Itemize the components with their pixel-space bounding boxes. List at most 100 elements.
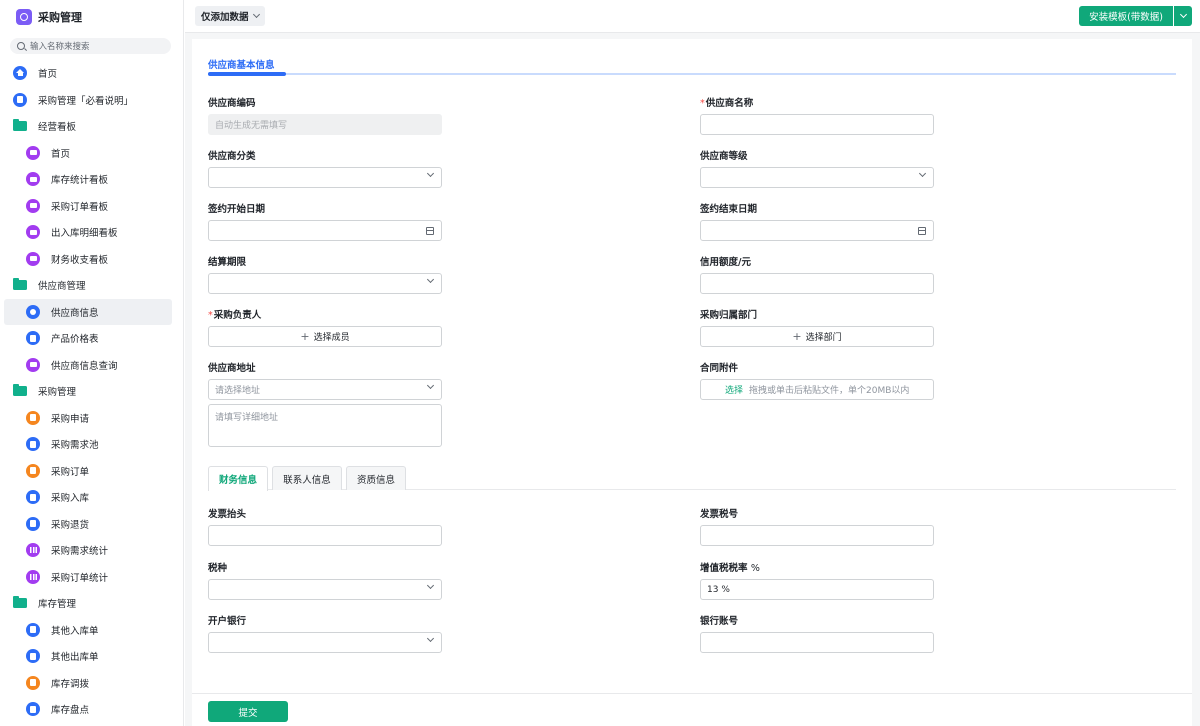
dashboard-icon [26,145,40,160]
field-label: 税种 [208,563,228,574]
field-label: 签约开始日期 [208,204,266,215]
vat-rate-input[interactable]: 13 % [700,579,934,600]
sidebar-item-label: 采购管理 [38,387,77,399]
sidebar-item-purchase-request[interactable]: 采购申请 [0,405,183,432]
sidebar-item-label: 采购退货 [51,519,90,531]
supplier-name-input[interactable] [700,114,934,135]
sidebar-item-stock-count[interactable]: 库存盘点 [0,696,183,723]
tab-finance[interactable]: 财务信息 [208,466,268,491]
sidebar-item-order-stats[interactable]: 采购订单统计 [0,564,183,591]
sidebar-item-label: 其他出库单 [51,652,99,664]
install-template-button[interactable]: 安装模板(带数据) [1079,6,1173,26]
form-footer: 提交 [192,693,1192,726]
dashboard-icon [26,172,40,187]
field-label: 开户银行 [208,616,247,627]
sidebar-group-supplier[interactable]: 供应商管理 [0,272,183,299]
bank-account-input[interactable] [700,632,934,653]
invoice-tax-no-input[interactable] [700,525,934,546]
calendar-icon [918,227,926,235]
plus-icon: + [792,330,802,343]
supplier-level-select[interactable] [700,167,934,188]
main-area: 供应商基本信息 供应商编码 自动生成无需填写 *供应商名称 供应商分类 供应商等… [185,33,1200,726]
document-icon [26,702,40,717]
chevron-down-icon [918,169,927,178]
select-member-button[interactable]: + 选择成员 [208,326,442,347]
field-tax-type: 税种 [208,560,442,600]
field-supplier-code: 供应商编码 自动生成无需填写 [208,95,442,135]
field-invoice-tax-no: 发票税号 [700,506,934,546]
attachment-upload-area[interactable]: 选择 拖拽或单击后粘贴文件，单个20MB以内 [700,379,934,400]
sidebar-item-label: 采购入库 [51,493,90,505]
sidebar-item-label: 采购申请 [51,413,90,425]
sidebar-item-label: 库存管理 [38,599,77,611]
sidebar-item-other-inbound[interactable]: 其他入库单 [0,617,183,644]
supplier-category-select[interactable] [208,167,442,188]
field-purchase-owner: *采购负责人 + 选择成员 [208,307,442,347]
sidebar-item-purchase-order[interactable]: 采购订单 [0,458,183,485]
sidebar-item-label: 采购需求池 [51,440,99,452]
sidebar-group-dashboard[interactable]: 经营看板 [0,113,183,140]
contract-end-date-picker[interactable] [700,220,934,241]
sidebar-item-purchase-return[interactable]: 采购退货 [0,511,183,538]
address-detail-textarea[interactable]: 请填写详细地址 [208,404,442,447]
sidebar-item-dashboard-home[interactable]: 首页 [0,140,183,167]
sidebar-item-purchase-inbound[interactable]: 采购入库 [0,484,183,511]
chevron-down-icon [426,634,435,643]
section-divider [208,72,1176,76]
invoice-title-input[interactable] [208,525,442,546]
sidebar-item-readme[interactable]: 采购管理「必看说明」 [0,87,183,114]
credit-limit-input[interactable] [700,273,934,294]
document-icon [26,622,40,637]
sidebar-item-other-outbound[interactable]: 其他出库单 [0,643,183,670]
tax-type-select[interactable] [208,579,442,600]
submit-button[interactable]: 提交 [208,701,288,722]
sidebar-item-label: 库存调拨 [51,678,90,690]
address-region-select[interactable]: 请选择地址 [208,379,442,400]
folder-icon [13,119,27,132]
sidebar-item-order-dashboard[interactable]: 采购订单看板 [0,193,183,220]
detail-tabs: 财务信息 联系人信息 资质信息 [208,466,1176,491]
choose-file-link[interactable]: 选择 [725,383,743,396]
field-label: 供应商等级 [700,151,748,162]
contract-start-date-picker[interactable] [208,220,442,241]
data-filter-label: 仅添加数据 [201,12,249,23]
sidebar-item-finance-dashboard[interactable]: 财务收支看板 [0,246,183,273]
app-header: 采购管理 [0,0,183,33]
sidebar-item-inventory-dashboard[interactable]: 库存统计看板 [0,166,183,193]
field-label: 供应商分类 [208,151,256,162]
install-options-button[interactable] [1173,6,1192,26]
select-department-button[interactable]: + 选择部门 [700,326,934,347]
settlement-period-select[interactable] [208,273,442,294]
sidebar-item-label: 采购订单 [51,466,90,478]
bank-select[interactable] [208,632,442,653]
sidebar-item-home[interactable]: 首页 [0,60,183,87]
sidebar-group-inventory[interactable]: 库存管理 [0,590,183,617]
sidebar-item-demand-stats[interactable]: 采购需求统计 [0,537,183,564]
install-template-group: 安装模板(带数据) [1079,6,1192,26]
sidebar-item-demand-pool[interactable]: 采购需求池 [0,431,183,458]
field-settlement-period: 结算期限 [208,254,442,294]
document-icon [26,437,40,452]
field-supplier-level: 供应商等级 [700,148,934,188]
sidebar-item-label: 其他入库单 [51,625,99,637]
form-icon [26,463,40,478]
tab-qualification[interactable]: 资质信息 [346,466,406,490]
sidebar-item-stock-detail-dashboard[interactable]: 出入库明细看板 [0,219,183,246]
field-credit-limit: 信用额度/元 [700,254,934,294]
sidebar-item-price-list[interactable]: 产品价格表 [0,325,183,352]
upload-hint: 拖拽或单击后粘贴文件，单个20MB以内 [749,386,910,396]
field-label: 增值税税率 % [700,563,760,574]
section-tab-basic-info[interactable]: 供应商基本信息 [208,57,275,71]
search-input[interactable]: 输入名称来搜索 [10,38,171,54]
sidebar-item-supplier-info[interactable]: 供应商信息 [4,298,172,325]
sidebar-item-supplier-query[interactable]: 供应商信息查询 [0,352,183,379]
app-logo-icon [16,8,32,25]
button-label: 选择成员 [313,333,350,343]
document-icon [26,490,40,505]
sidebar-item-stock-transfer[interactable]: 库存调拨 [0,670,183,697]
data-filter-dropdown[interactable]: 仅添加数据 [195,6,265,26]
field-label: 供应商编码 [208,98,256,109]
input-value: 13 % [707,584,730,595]
sidebar-group-purchase[interactable]: 采购管理 [0,378,183,405]
tab-contacts[interactable]: 联系人信息 [272,466,342,490]
